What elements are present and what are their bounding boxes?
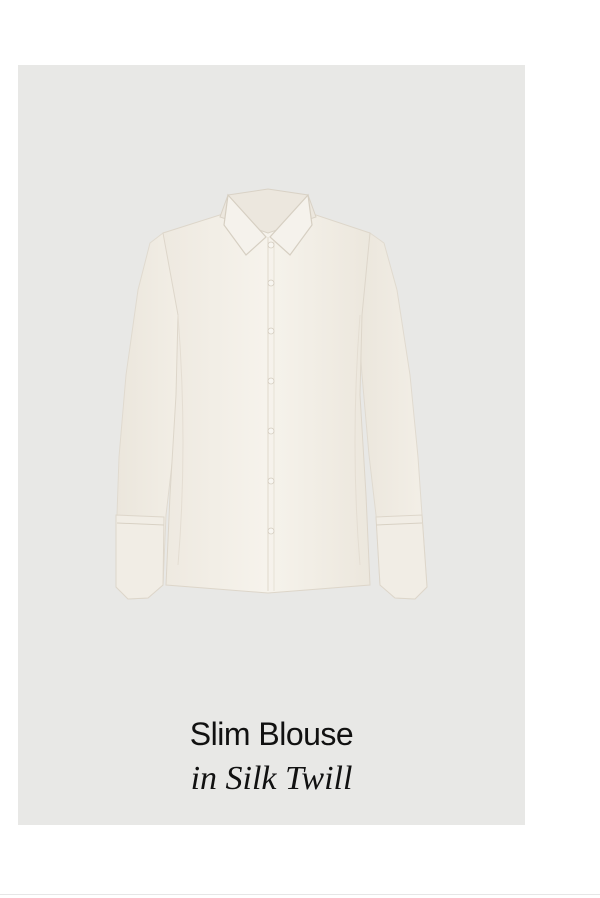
product-image[interactable] — [18, 65, 525, 705]
divider — [0, 894, 600, 895]
blouse-illustration — [115, 188, 428, 600]
product-title[interactable]: Slim Blouse — [18, 716, 525, 753]
product-subtitle: in Silk Twill — [190, 760, 353, 797]
product-card[interactable]: Slim Blouse in Silk Twill — [18, 65, 525, 825]
